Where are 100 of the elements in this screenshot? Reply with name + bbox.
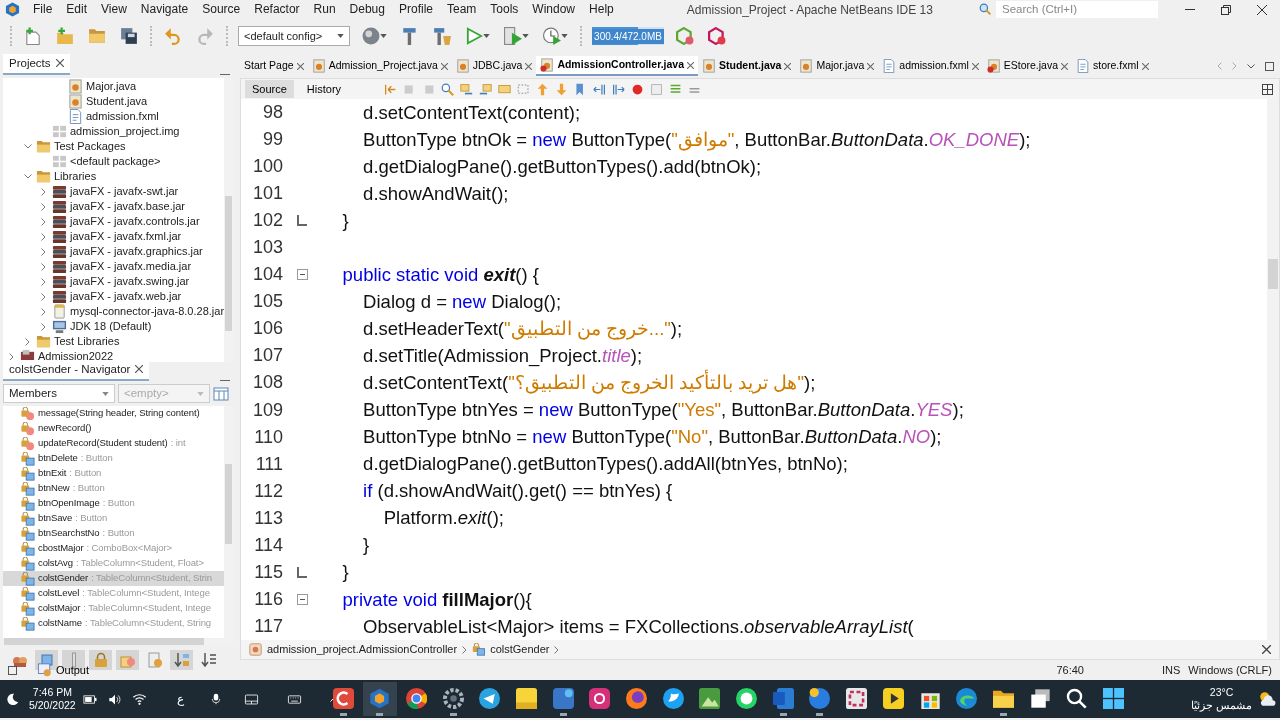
menu-item[interactable]: Source [195,1,248,18]
editor-tab[interactable]: Admission_Project.java [307,56,452,76]
tree-item[interactable]: admission_project.img [70,123,180,140]
tree-item[interactable]: javaFX - javafx.media.jar [70,258,192,275]
view-tab[interactable]: Source [245,79,294,99]
member-item[interactable]: newRecord() [3,421,224,436]
member-item[interactable]: btnDelete : Button [3,451,224,466]
member-item[interactable]: btnSave : Button [3,511,224,526]
breadcrumb-item[interactable]: admission_project.AdmissionController [267,641,458,658]
line-number: 110 [253,425,283,449]
menu-item[interactable]: Window [525,1,583,18]
menu-item[interactable]: Navigate [133,1,196,18]
member-name: btnSave [38,511,73,526]
tree-item[interactable]: mysql-connector-java-8.0.28.jar [70,303,224,320]
tree-item[interactable]: Test Libraries [54,333,120,350]
menu-item[interactable]: Team [440,1,484,18]
code-line: d.setTitle(Admission_Project.title); [362,344,643,369]
tree-item[interactable]: javaFX - javafx.fxml.jar [70,228,182,245]
line-number: 106 [251,317,283,341]
tree-item[interactable]: javaFX - javafx.web.jar [70,288,182,305]
weather-temperature[interactable]: 23°C [1191,686,1252,699]
member-item[interactable]: btnExit : Button [3,466,224,481]
member-name: colstGender [38,571,89,586]
member-name: btnDelete [38,451,78,466]
menu-item[interactable]: View [94,1,134,18]
menu-item[interactable]: Edit [59,1,95,18]
tree-item[interactable]: Test Packages [54,138,126,155]
member-type: : TableColumn<Student, Strin [91,571,212,586]
member-item[interactable]: updateRecord(Student student) : int [3,436,224,451]
member-type: : int [170,436,186,451]
tree-item[interactable]: javaFX - javafx-swt.jar [70,183,179,200]
tree-item[interactable]: javaFX - javafx.swing.jar [70,273,190,290]
tree-item[interactable]: <default package> [70,153,161,170]
member-name: colstMajor [38,601,81,616]
tree-item[interactable]: javaFX - javafx.graphics.jar [70,243,203,260]
member-type: : ComboBox<Major> [86,541,172,556]
member-item[interactable]: colstName : TableColumn<Student, String [3,616,224,631]
tree-item[interactable]: javaFX - javafx.base.jar [70,198,185,215]
member-item[interactable]: btnSearchstNo : Button [3,526,224,541]
member-name: cbostMajor [38,541,84,556]
member-type: : TableColumn<Student, Float> [75,556,204,571]
member-item[interactable]: colstMajor : TableColumn<Student, Intege [3,601,224,616]
panel-tab[interactable]: Projects [3,53,70,75]
memory-meter[interactable]: 300.4/472.0MB [592,27,664,45]
weather-condition[interactable]: مشمس جزئيًا [1191,699,1252,712]
menu-item[interactable]: Help [582,1,621,18]
clock-date[interactable]: 5/20/2022 [29,699,76,712]
code-line: d.getDialogPane().getButtonTypes().add(btnOk); [362,154,762,179]
panel-tab[interactable]: colstGender - Navigator [3,359,150,381]
member-name: colstAvg [38,556,73,571]
menu-item[interactable]: Refactor [247,1,307,18]
search-field[interactable]: Search (Ctrl+I) [996,1,1158,18]
member-item[interactable]: colstGender : TableColumn<Student, Strin [3,571,224,586]
breadcrumb-item[interactable]: colstGender [490,641,550,658]
member-item[interactable]: btnNew : Button [3,481,224,496]
menu-item[interactable]: Tools [483,1,526,18]
view-dropdown[interactable]: Members [3,384,115,403]
code-line: } [341,560,349,585]
line-number: 115 [253,560,283,584]
editor-tab[interactable]: AdmissionController.java [536,56,698,76]
menu-item[interactable]: Debug [342,1,392,18]
tree-item[interactable]: Major.java [86,78,137,95]
member-item[interactable]: colstAvg : TableColumn<Student, Float> [3,556,224,571]
tree-item[interactable]: JDK 18 (Default) [70,318,152,335]
cursor-position: 76:40 [1056,662,1084,678]
member-item[interactable]: message(String header, String content) [3,406,224,421]
tree-item[interactable]: admission.fxml [86,108,159,125]
editor-tab[interactable]: Student.java [698,56,796,76]
tree-item[interactable]: Student.java [86,93,148,110]
member-item[interactable]: cbostMajor : ComboBox<Major> [3,541,224,556]
line-number: 111 [254,452,283,476]
line-number: 117 [253,614,283,638]
menu-item[interactable]: File [26,1,60,18]
member-name: newRecord() [38,421,92,436]
output-button[interactable]: Output [35,659,92,681]
tree-item[interactable]: javaFX - javafx.controls.jar [70,213,200,230]
clock-time[interactable]: 7:46 PM [29,686,76,699]
editor-tab[interactable]: admission.fxml [878,56,983,76]
line-number: 104 [251,263,283,287]
view-tab[interactable]: History [299,79,349,99]
code-line: ObservableList<Major> items = FXCollections.observableArrayList( [362,614,914,639]
code-line: } [362,533,370,558]
tree-item[interactable]: Admission2022 [38,348,114,362]
line-number: 113 [253,506,283,530]
menu-item[interactable]: Run [306,1,343,18]
member-name: btnExit [38,466,67,481]
config-dropdown[interactable]: <default config> [238,26,350,46]
code-line: Platform.exit(); [382,506,504,531]
line-number: 103 [251,236,283,260]
code-line: d.showAndWait(); [362,181,509,206]
input-language[interactable]: ع [176,690,184,708]
menu-item[interactable]: Profile [392,1,440,18]
editor-tab[interactable]: Major.java [795,56,879,76]
editor-tab[interactable]: store.fxml [1072,56,1153,76]
member-item[interactable]: btnOpenImage : Button [3,496,224,511]
editor-tab[interactable]: Start Page [240,56,308,76]
tree-item[interactable]: Libraries [54,168,97,185]
editor-tab[interactable]: EStore.java [982,56,1072,76]
editor-tab[interactable]: JDBC.java [451,56,537,76]
member-item[interactable]: colstLevel : TableColumn<Student, Intege [3,586,224,601]
